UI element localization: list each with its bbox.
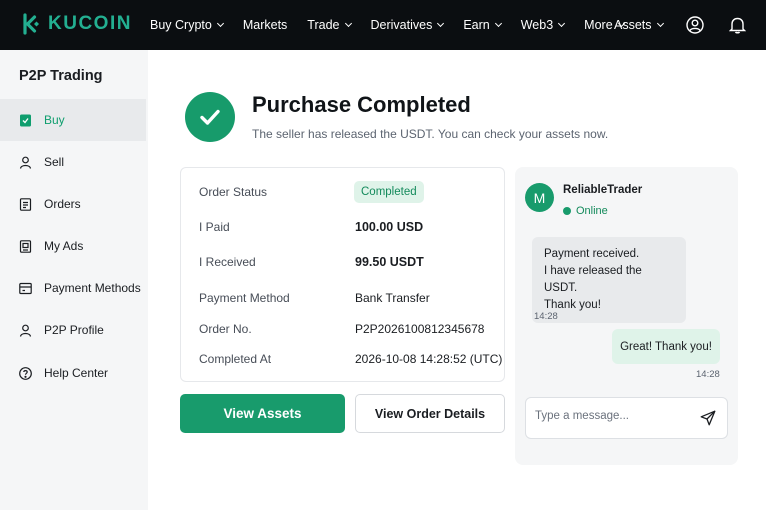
message-timestamp: 14:28 [696,369,720,380]
outgoing-message: Great! Thank you! [612,329,720,364]
nav-label: Markets [242,18,288,32]
checkmark-icon [200,109,220,125]
sidebar: P2P Trading Buy Sell Orders My Ads Payme… [0,50,148,510]
message-line: Thank you! [544,299,601,311]
nav-markets[interactable]: Markets [243,18,287,32]
trader-name[interactable]: ReliableTrader [563,184,642,196]
payment-method-label: Payment Method [199,291,290,305]
presence-label: Online [576,205,608,217]
nav-assets[interactable]: Assets [614,18,664,32]
nav-trade[interactable]: Trade [307,18,352,32]
card-icon [19,282,32,294]
brand-name: KUCOIN [48,13,132,34]
sidebar-item-my-ads[interactable]: My Ads [0,225,146,267]
ad-icon [19,239,32,253]
document-icon [19,197,32,211]
page-title: Purchase Completed [252,92,471,117]
nav-label: More [584,18,613,32]
view-assets-button[interactable]: View Assets [180,394,345,433]
nav-label: Trade [307,18,340,32]
received-value: 99.50 USDT [355,255,424,269]
nav-label: Derivatives [370,18,433,32]
completed-at-label: Completed At [199,352,272,366]
kucoin-logo[interactable]: KUCOIN [18,12,132,36]
payment-method-value: Bank Transfer [355,291,430,305]
top-navigation-bar: KUCOIN Buy Crypto Markets Trade Derivati… [0,0,766,50]
success-check-icon [185,92,235,142]
sidebar-item-label: Sell [44,155,65,169]
sidebar-item-orders[interactable]: Orders [0,183,146,225]
nav-earn[interactable]: Earn [463,18,502,32]
chevron-down-icon [558,19,566,28]
chevron-down-icon [344,19,352,28]
order-details-card: Order Status Completed I Paid 100.00 USD… [180,167,505,382]
sidebar-item-label: Buy [44,113,65,127]
sidebar-item-sell[interactable]: Sell [0,141,146,183]
chevron-down-icon [216,19,224,28]
order-number-label: Order No. [199,322,252,336]
online-dot-icon [563,207,571,215]
nav-label: Web3 [520,18,554,32]
paid-label: I Paid [199,220,230,234]
sidebar-item-buy[interactable]: Buy [0,99,146,141]
avatar: M [525,183,554,212]
presence-status: Online [563,205,608,217]
nav-label: Earn [463,18,490,32]
nav-derivatives[interactable]: Derivatives [370,18,445,32]
profile-icon [19,324,32,337]
chevron-down-icon [656,19,664,28]
main-nav: Buy Crypto Markets Trade Derivatives Ear… [150,0,644,50]
sidebar-item-p2p-profile[interactable]: P2P Profile [0,309,146,351]
sidebar-item-help-center[interactable]: Help Center [0,352,146,394]
message-input-box [525,397,728,439]
order-status-label: Order Status [199,185,268,199]
message-input[interactable] [535,410,695,422]
message-line: Payment received. [544,248,640,260]
kucoin-logo-icon [23,13,39,35]
page-subtitle: The seller has released the USDT. You ca… [252,127,609,141]
sidebar-item-label: Help Center [44,366,109,380]
buy-icon [20,114,31,126]
message-timestamp: 14:28 [534,311,558,322]
received-label: I Received [199,255,256,269]
sidebar-item-label: P2P Profile [44,323,104,337]
sidebar-item-payment-methods[interactable]: Payment Methods [0,267,146,309]
message-line: I have released the USDT. [544,265,642,294]
completed-at-value: 2026-10-08 14:28:52 (UTC) [355,352,503,366]
status-badge: Completed [354,181,424,203]
nav-label: Buy Crypto [150,18,212,32]
nav-label: Assets [614,18,652,32]
sidebar-item-label: Orders [44,197,81,211]
sidebar-item-label: My Ads [44,239,84,253]
sidebar-item-label: Payment Methods [44,281,141,295]
paid-value: 100.00 USD [355,220,424,234]
order-number-value: P2P2026100812345678 [355,322,485,336]
user-account-icon[interactable] [686,16,704,34]
chat-panel: M ReliableTrader Online Payment received… [515,167,738,465]
view-order-details-button[interactable]: View Order Details [355,394,505,433]
user-icon [19,156,32,169]
nav-buy-crypto[interactable]: Buy Crypto [150,18,224,32]
help-icon [19,366,32,380]
sidebar-title: P2P Trading [19,68,103,84]
notification-bell-icon[interactable] [729,16,746,34]
nav-web3[interactable]: Web3 [520,18,566,32]
chevron-down-icon [437,19,445,28]
chevron-down-icon [494,19,502,28]
send-icon[interactable] [700,410,716,426]
